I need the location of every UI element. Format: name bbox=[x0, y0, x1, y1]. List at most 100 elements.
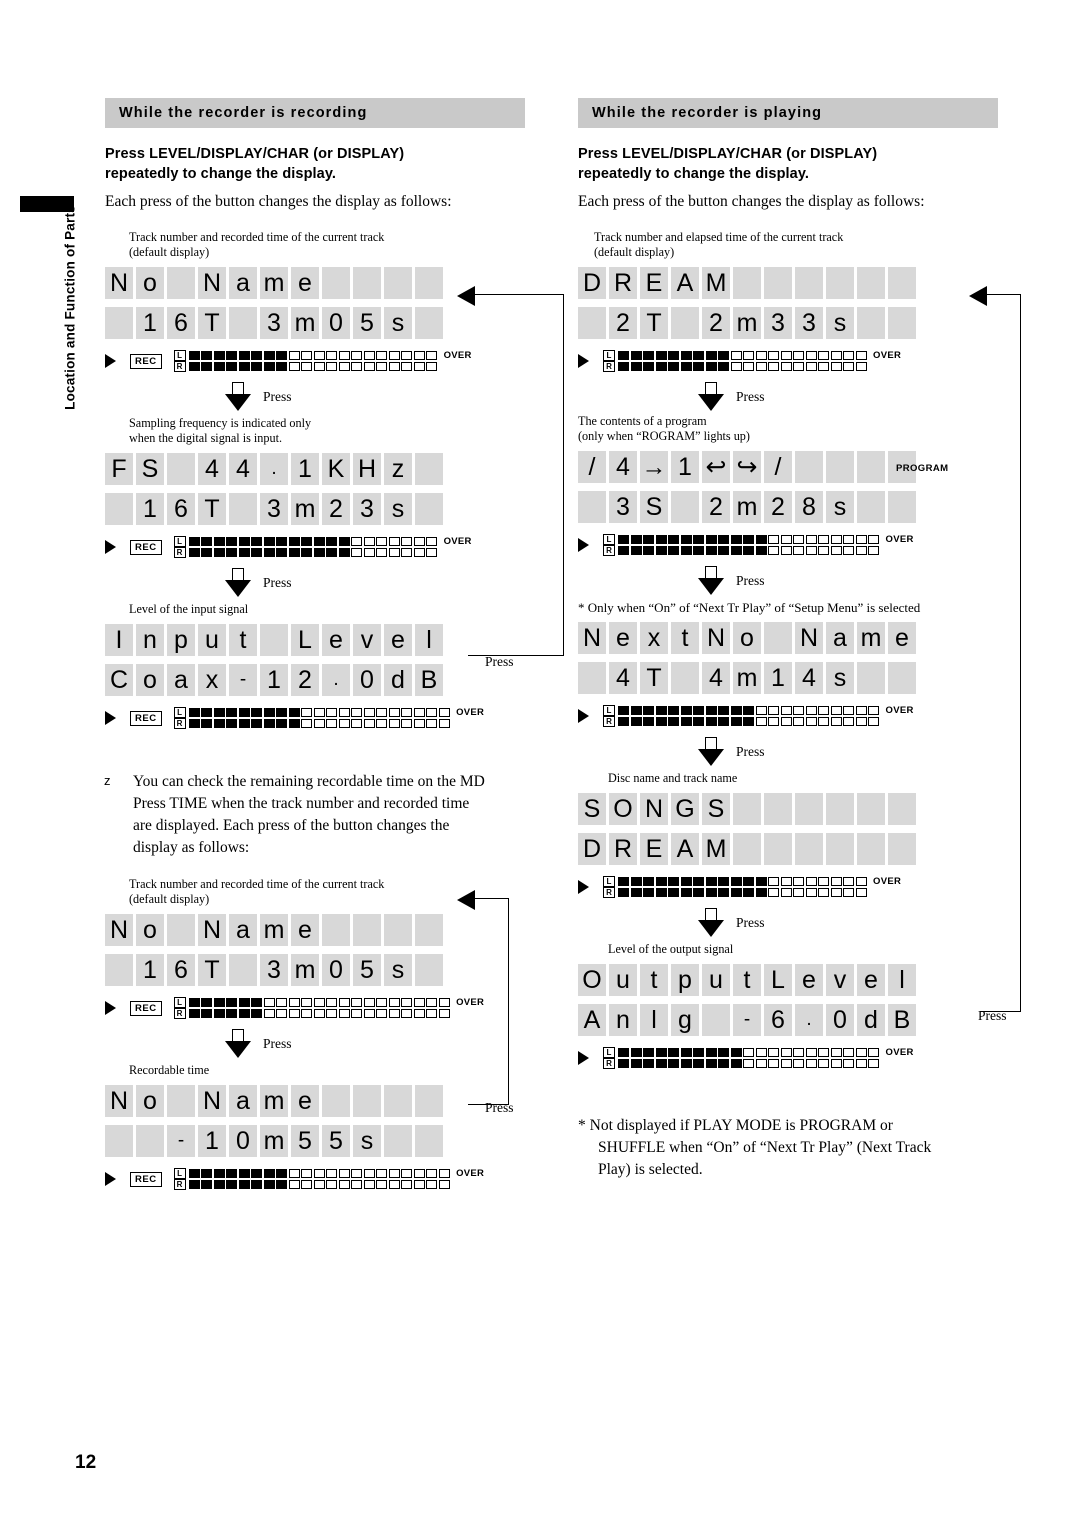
left-flow-2: Track number and recorded time of the cu… bbox=[105, 877, 525, 1192]
lcd-row-2: Coax-12.0dB bbox=[105, 661, 525, 699]
lcd-segment: D bbox=[578, 833, 606, 865]
meter-cell bbox=[705, 351, 717, 360]
meter-cell bbox=[830, 362, 842, 371]
left-tip-line3: are displayed. Each press of the button … bbox=[133, 817, 450, 834]
meter-cell bbox=[188, 362, 200, 371]
meter-cell bbox=[413, 537, 425, 546]
lcd-segment: o bbox=[136, 914, 164, 946]
lcd-segment: o bbox=[136, 1085, 164, 1117]
meter-cell bbox=[413, 1009, 425, 1018]
right-press-3: Press bbox=[698, 737, 998, 767]
meter-cell bbox=[793, 706, 804, 715]
meter-channel-label: R bbox=[603, 361, 615, 372]
meter-line-l: L OVER bbox=[603, 350, 901, 361]
lcd-segment: 4 bbox=[198, 453, 226, 485]
lcd-segment: 0 bbox=[322, 954, 350, 986]
meter-cell bbox=[388, 1180, 400, 1189]
meter-cell bbox=[855, 717, 867, 726]
lcd-segment: 4 bbox=[702, 662, 730, 694]
meter-cell bbox=[680, 1048, 692, 1057]
tip-marker: z bbox=[104, 773, 111, 788]
meter-line-r: R bbox=[173, 718, 485, 729]
lcd-row-2: 2T 2m33s bbox=[578, 304, 998, 342]
meter-cell bbox=[793, 717, 804, 726]
meter-cell bbox=[730, 535, 742, 544]
meter-cell bbox=[363, 548, 375, 557]
left-caption-2-line1: Sampling frequency is indicated only bbox=[129, 416, 312, 430]
lcd-display-slot-R3: SONGS DREAM L OVER R bbox=[578, 790, 998, 900]
meter-line-r: R bbox=[173, 361, 472, 372]
lcd-display-slot-R0: DREAM 2T 2m33s L OVER R bbox=[578, 264, 998, 374]
meter-cell bbox=[426, 1169, 438, 1178]
left-tip-text: You can check the remaining recordable t… bbox=[133, 771, 525, 859]
lcd-segment: 3 bbox=[260, 954, 288, 986]
level-meter: REC L OVER R bbox=[105, 534, 525, 560]
meter-cell bbox=[188, 719, 200, 728]
meter-cell bbox=[830, 546, 842, 555]
meter-cell bbox=[326, 998, 338, 1007]
lcd-segment: B bbox=[888, 1004, 916, 1036]
meter-cell bbox=[226, 1180, 238, 1189]
meter-cell bbox=[705, 877, 717, 886]
meter-line-r: R bbox=[603, 361, 901, 372]
rec-indicator: REC bbox=[130, 353, 162, 369]
meter-cell bbox=[805, 706, 817, 715]
lcd-segment bbox=[857, 491, 885, 523]
lcd-segment: l bbox=[888, 964, 916, 996]
lcd-segment bbox=[415, 307, 443, 339]
lcd-segment: 2 bbox=[764, 491, 792, 523]
meter-cell bbox=[388, 1169, 400, 1178]
meter-cell bbox=[630, 1059, 642, 1068]
meter-cell bbox=[818, 877, 829, 886]
meter-cell bbox=[618, 1048, 629, 1057]
meter-cell bbox=[263, 548, 275, 557]
meter-cell bbox=[680, 546, 692, 555]
lcd-segment bbox=[105, 307, 133, 339]
meter-cell bbox=[818, 535, 829, 544]
lcd-segment: F bbox=[105, 453, 133, 485]
meter-cell bbox=[743, 877, 754, 886]
meter-cell bbox=[276, 719, 288, 728]
lcd-segment: 1 bbox=[136, 493, 164, 525]
meter-cell bbox=[630, 706, 642, 715]
meter-cell bbox=[868, 706, 879, 715]
meter-cell bbox=[730, 877, 742, 886]
rec-indicator: REC bbox=[130, 539, 162, 555]
meter-cell bbox=[213, 537, 225, 546]
lcd-row-1: No Name bbox=[105, 1082, 525, 1120]
lcd-segment bbox=[578, 491, 606, 523]
meter-cell bbox=[363, 708, 375, 717]
meter-cell bbox=[693, 706, 704, 715]
meter-cell bbox=[805, 717, 817, 726]
lcd-segment: 3 bbox=[764, 307, 792, 339]
meter-cell bbox=[743, 1059, 754, 1068]
right-loop-arrowhead bbox=[969, 286, 987, 306]
meter-cell bbox=[226, 719, 238, 728]
lcd-segment: m bbox=[733, 307, 761, 339]
lcd-segment bbox=[415, 914, 443, 946]
lcd-display-slot-L0: No Name 16T 3m05s REC L OVER R bbox=[105, 264, 525, 374]
lcd-segment: 1 bbox=[291, 453, 319, 485]
meter-cell bbox=[413, 351, 425, 360]
meter-cell bbox=[730, 1059, 742, 1068]
meter-cell bbox=[401, 351, 413, 360]
meter-cell bbox=[288, 998, 300, 1007]
lcd-row-1: DREAM bbox=[578, 264, 998, 302]
lcd-segment: S bbox=[136, 453, 164, 485]
meter-cell bbox=[413, 362, 425, 371]
meter-cell bbox=[743, 706, 754, 715]
lcd-segment: m bbox=[733, 662, 761, 694]
play-indicator-icon bbox=[105, 711, 116, 725]
meter-cell bbox=[780, 877, 792, 886]
meter-cell bbox=[768, 362, 779, 371]
meter-cell bbox=[680, 1059, 692, 1068]
meter-cell bbox=[401, 1009, 413, 1018]
right-section-heading: While the recorder is playing bbox=[578, 98, 998, 128]
lcd-segment: / bbox=[764, 451, 792, 483]
lcd-segment: o bbox=[136, 267, 164, 299]
meter-cell bbox=[301, 362, 313, 371]
meter-cell bbox=[780, 362, 792, 371]
meter-cell bbox=[680, 706, 692, 715]
meter-cell bbox=[693, 877, 704, 886]
lcd-segment: s bbox=[353, 1125, 381, 1157]
